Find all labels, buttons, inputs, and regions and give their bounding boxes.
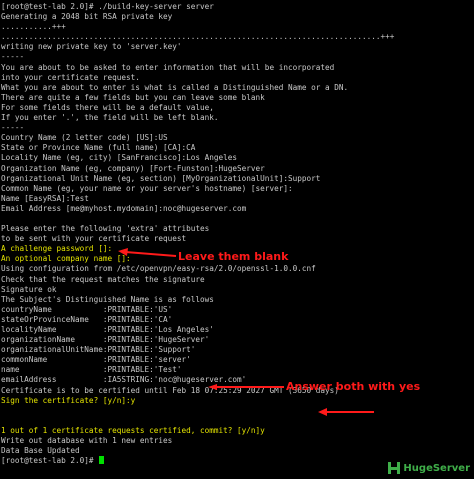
terminal-line: organizationalUnitName:PRINTABLE:'Suppor…: [1, 345, 196, 355]
terminal-line: ...........+++: [1, 22, 66, 32]
terminal-line: Data Base Updated: [1, 446, 80, 456]
terminal-line: localityName :PRINTABLE:'Los Angeles': [1, 325, 214, 334]
terminal-line: ........................................…: [1, 32, 395, 42]
terminal-cursor: [99, 456, 105, 465]
hugeserver-logo-icon: [388, 462, 401, 474]
terminal-line: Common Name (eg, your name or your serve…: [1, 183, 293, 193]
terminal-line: countryName :PRINTABLE:'US': [1, 304, 173, 314]
terminal-line: Email Address [me@myhost.mydomain]:noc@h…: [1, 203, 247, 213]
annotation-answer-yes: Answer both with yes: [286, 380, 421, 393]
terminal-line: Using configuration from /etc/openvpn/ea…: [1, 264, 316, 274]
terminal-line: You are about to be asked to enter infor…: [1, 62, 335, 72]
terminal-line: State or Province Name (full name) [CA]:…: [1, 143, 196, 153]
terminal-line: [root@test-lab 2.0]# ./build-key-server …: [1, 2, 214, 11]
terminal-line: The Subject's Distinguished Name is as f…: [1, 294, 214, 304]
terminal-line: If you enter '.', the field will be left…: [1, 113, 219, 123]
terminal-line: into your certificate request.: [1, 72, 140, 82]
terminal-line: -----: [1, 52, 25, 62]
terminal-line: Generating a 2048 bit RSA private key: [1, 12, 173, 22]
terminal-line: What you are about to enter is what is c…: [1, 82, 349, 92]
arrow-left-icon: [318, 408, 374, 416]
terminal-line: 1 out of 1 certificate requests certifie…: [1, 425, 265, 435]
terminal-line: Sign the certificate? [y/n]:y: [1, 395, 136, 405]
terminal-line: to be sent with your certificate request: [1, 234, 187, 244]
logo-text: HugeServer: [403, 462, 470, 474]
terminal-line: -----: [1, 123, 25, 133]
terminal-line: name :PRINTABLE:'Test': [1, 365, 182, 375]
terminal-line: Organization Name (eg, company) [Fort-Fu…: [1, 163, 265, 173]
terminal-window[interactable]: [root@test-lab 2.0]# ./build-key-server …: [0, 0, 474, 479]
terminal-line: commonName :PRINTABLE:'server': [1, 355, 191, 365]
terminal-line: There are quite a few fields but you can…: [1, 92, 265, 102]
terminal-line: Check that the request matches the signa…: [1, 274, 205, 284]
terminal-line: Name [EasyRSA]:Test: [1, 193, 89, 203]
annotation-leave-blank: Leave them blank: [178, 250, 289, 263]
terminal-line: Please enter the following 'extra' attri…: [1, 224, 210, 234]
terminal-line: stateOrProvinceName :PRINTABLE:'CA': [1, 314, 173, 324]
terminal-line: Organizational Unit Name (eg, section) […: [1, 173, 321, 183]
hugeserver-logo: HugeServer: [387, 461, 470, 475]
terminal-line: Signature ok: [1, 284, 57, 294]
arrow-left-icon: [208, 384, 284, 390]
terminal-line: organizationName :PRINTABLE:'HugeServer': [1, 335, 210, 345]
arrow-left-icon: [118, 248, 177, 257]
terminal-line: Country Name (2 letter code) [US]:US: [1, 133, 168, 143]
terminal-line: Write out database with 1 new entries: [1, 436, 173, 446]
terminal-line: For some fields there will be a default …: [1, 102, 214, 112]
terminal-line: writing new private key to 'server.key': [1, 42, 182, 52]
terminal-line: Locality Name (eg, city) [SanFrancisco]:…: [1, 153, 238, 163]
